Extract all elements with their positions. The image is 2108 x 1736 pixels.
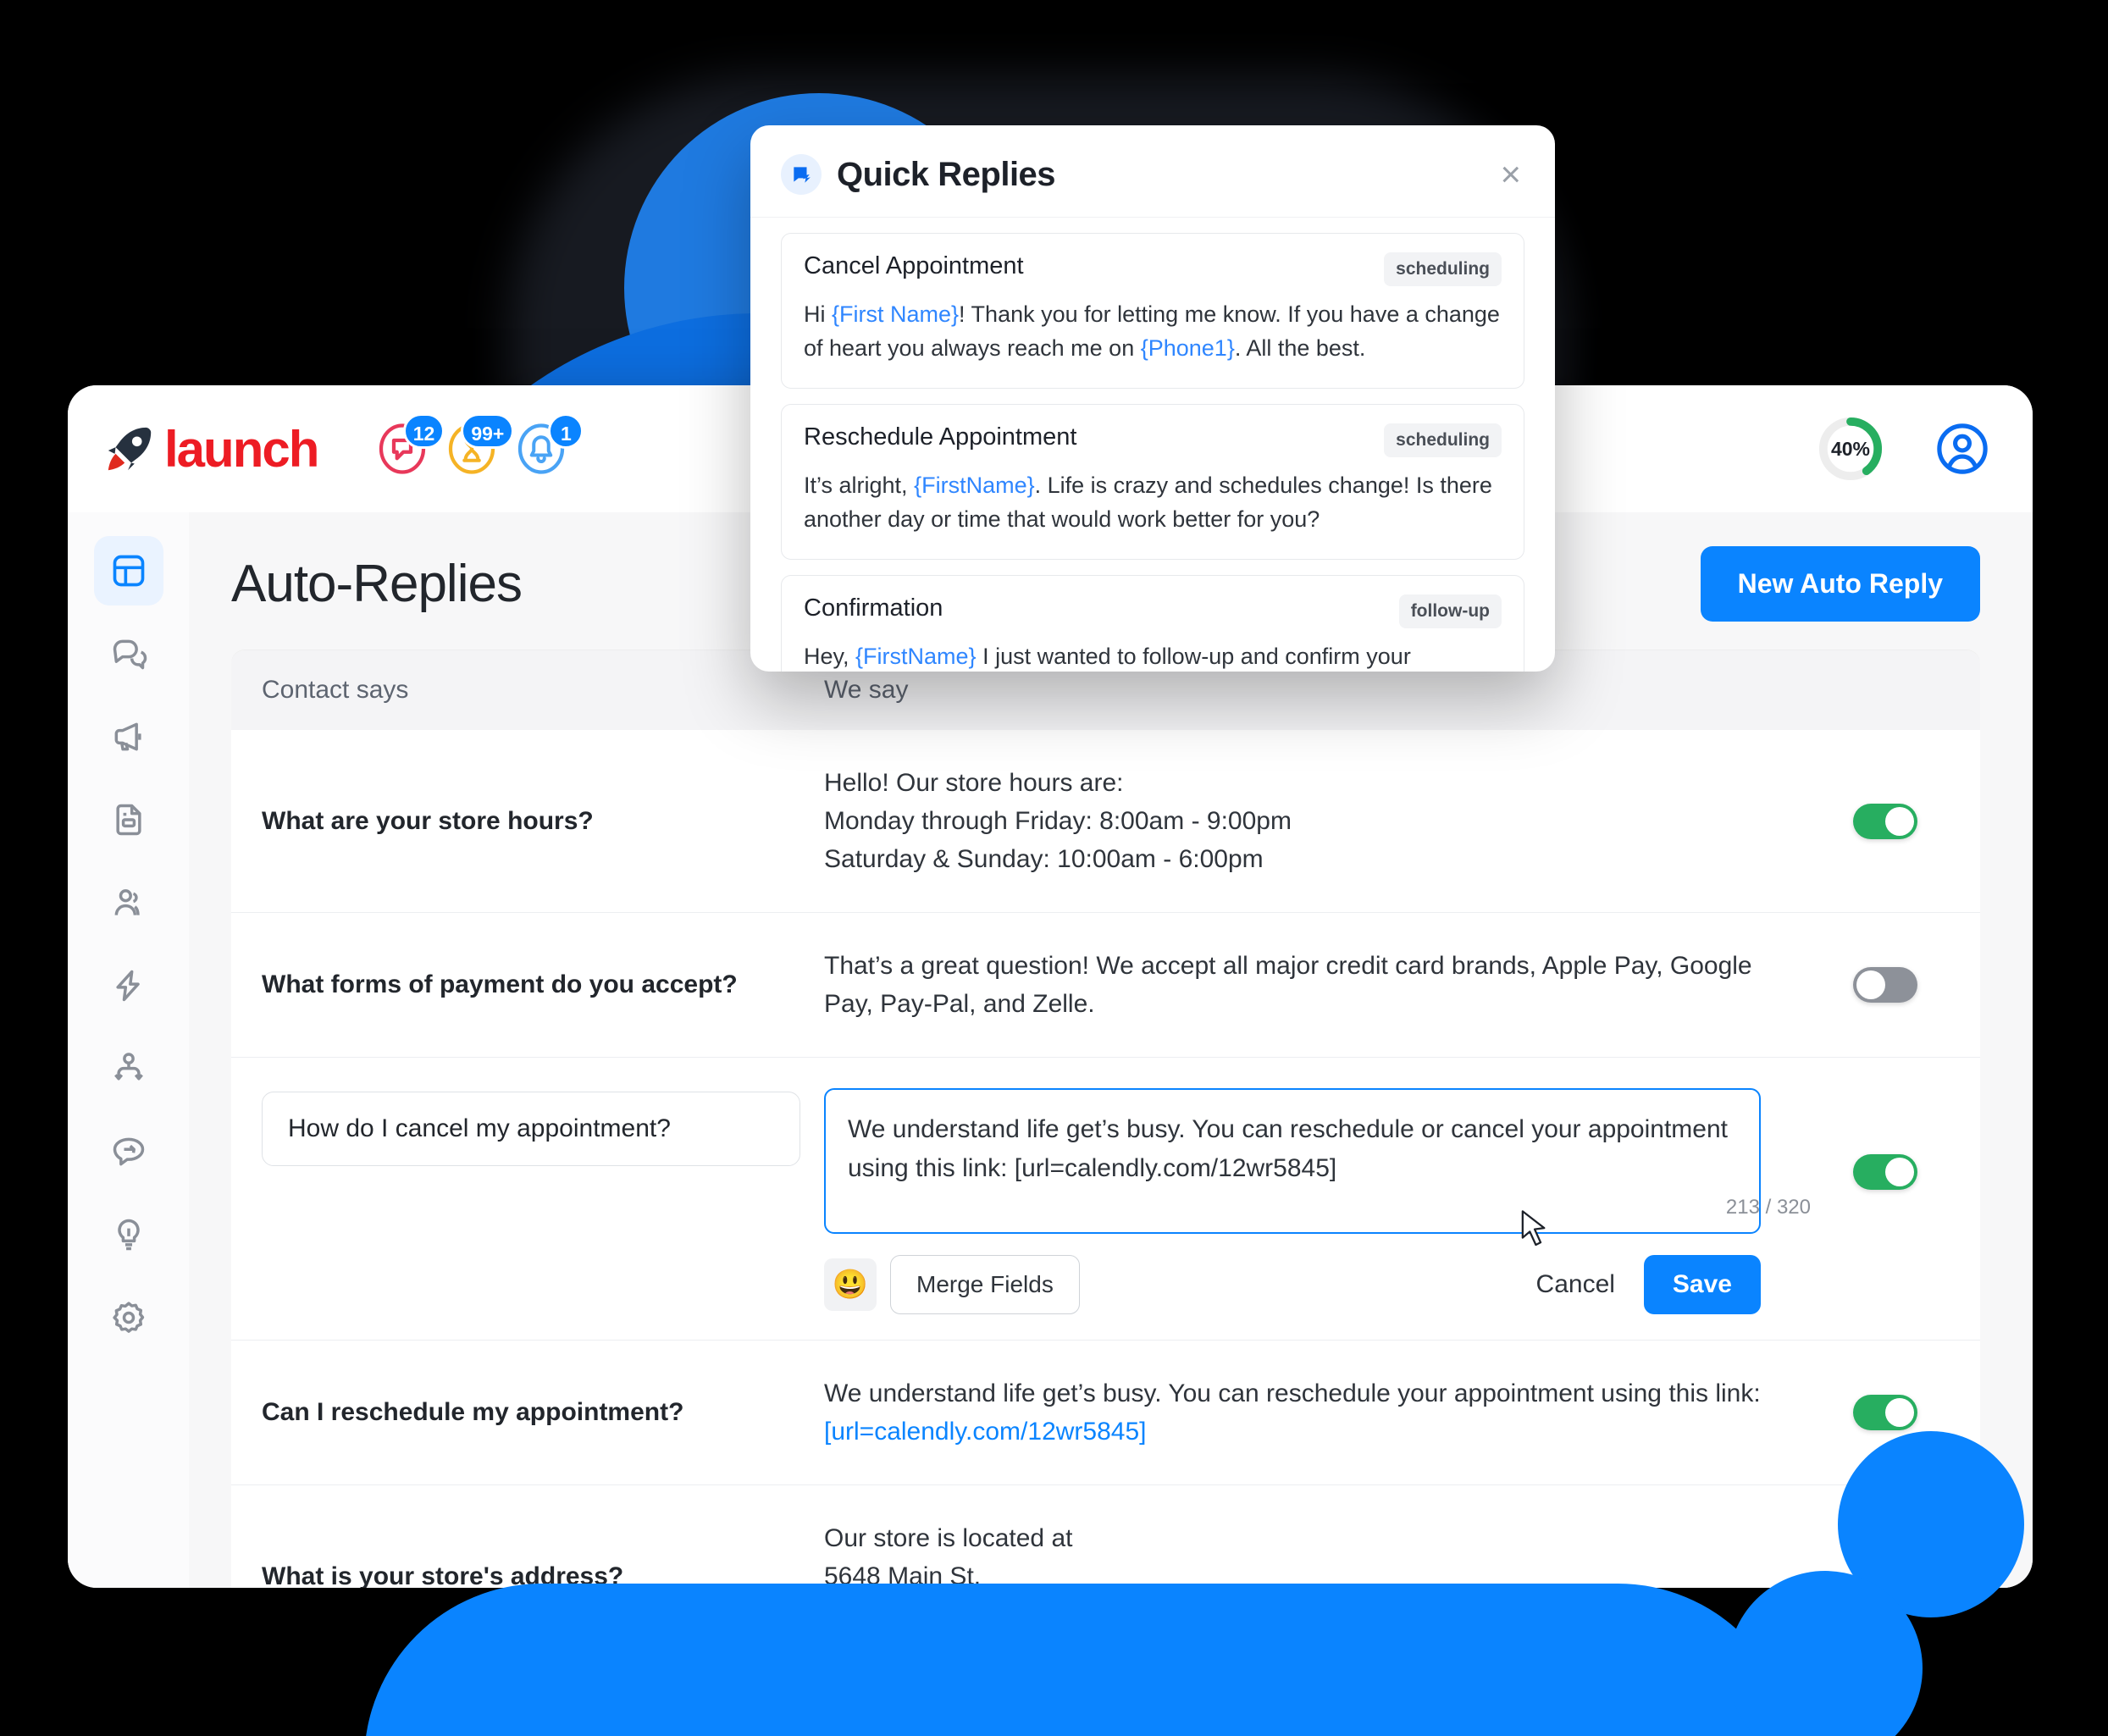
- quick-reply-text: Hey, {FirstName} I just wanted to follow…: [804, 643, 1411, 669]
- org-branch-icon: [113, 1053, 143, 1081]
- quick-reply-text: It’s alright, {FirstName}. Life is crazy…: [804, 472, 1492, 532]
- merge-variable: {FirstName}: [914, 472, 1035, 498]
- lightning-bolt-icon: [115, 970, 140, 1002]
- merge-fields-button[interactable]: Merge Fields: [890, 1255, 1080, 1314]
- lightbulb-icon: [117, 1219, 140, 1251]
- notification-pending-badge: 99+: [461, 413, 515, 449]
- editor-actions: 😃 Merge Fields Cancel Save: [824, 1255, 1761, 1314]
- row-answer-line: Hello! Our store hours are:: [824, 769, 1124, 797]
- table-row: What are your store hours? Hello! Our st…: [231, 730, 1980, 913]
- brand-name: launch: [164, 420, 319, 478]
- quick-reply-tag: scheduling: [1384, 252, 1502, 286]
- row-answer-line: Monday through Friday: 8:00am - 9:00pm: [824, 807, 1292, 835]
- notification-bell-badge: 1: [548, 413, 584, 449]
- main-content: Auto-Replies New Auto Reply Contact says…: [189, 512, 2033, 1588]
- notification-chat[interactable]: 12: [377, 413, 445, 474]
- progress-label: 40%: [1830, 437, 1871, 460]
- row-question: Can I reschedule my appointment?: [262, 1398, 684, 1427]
- top-bar-right: 40%: [1818, 416, 1989, 482]
- megaphone-icon: [114, 722, 141, 751]
- user-circle-icon[interactable]: [1936, 423, 1989, 475]
- quick-reply-item[interactable]: Cancel Appointment scheduling Hi {First …: [781, 233, 1524, 389]
- gear-icon: [112, 1302, 144, 1333]
- close-icon[interactable]: ×: [1497, 157, 1524, 192]
- row-answer-line: Saturday & Sunday: 10:00am - 6:00pm: [824, 845, 1264, 873]
- quick-reply-tag: follow-up: [1398, 594, 1502, 628]
- emoji-picker-button[interactable]: 😃: [824, 1258, 877, 1311]
- sidebar-item-auto-replies[interactable]: [94, 1117, 163, 1186]
- screenshot-stage: launch 12 99+ 1 40% Auto-Replies New Aut…: [0, 0, 2108, 1736]
- notification-bell[interactable]: 1: [516, 413, 584, 474]
- modal-body: Cancel Appointment scheduling Hi {First …: [750, 218, 1555, 672]
- sidebar-item-contacts[interactable]: [94, 868, 163, 937]
- save-button[interactable]: Save: [1643, 1255, 1761, 1314]
- quick-reply-item[interactable]: Confirmation follow-up Hey, {FirstName} …: [781, 574, 1524, 672]
- row-answer-line: Our store is located at: [824, 1524, 1073, 1552]
- sidebar-item-templates[interactable]: [94, 785, 163, 854]
- sidebar-item-flows[interactable]: [94, 1034, 163, 1103]
- row-question: What are your store hours?: [262, 806, 594, 835]
- sidebar-item-settings[interactable]: [94, 1283, 163, 1352]
- sidebar-item-automations[interactable]: [94, 951, 163, 1020]
- column-header-we-say: We say: [824, 676, 909, 704]
- row-question: What forms of payment do you accept?: [262, 970, 738, 999]
- row-answer-link[interactable]: [url=calendly.com/12wr5845]: [824, 1418, 1146, 1446]
- document-icon: [115, 804, 141, 836]
- row-answer-line: That’s a great question! We accept all m…: [824, 952, 1752, 1018]
- column-header-contact-says: Contact says: [262, 676, 409, 704]
- new-auto-reply-button[interactable]: New Auto Reply: [1700, 546, 1980, 622]
- quick-reply-tag: scheduling: [1384, 423, 1502, 457]
- brand-logo[interactable]: launch: [103, 420, 319, 478]
- chat-forward-icon: [113, 1137, 144, 1166]
- quick-reply-name: Cancel Appointment: [804, 252, 1024, 279]
- notification-chat-badge: 12: [402, 413, 445, 449]
- sidebar-item-campaigns[interactable]: [94, 702, 163, 771]
- row-answer-text: We understand life get’s busy. You can r…: [824, 1379, 1761, 1407]
- rocket-icon: [108, 427, 152, 471]
- question-input[interactable]: [262, 1092, 800, 1166]
- profile-progress[interactable]: 40%: [1818, 416, 1884, 482]
- modal-title: Quick Replies: [837, 155, 1056, 193]
- notification-pending[interactable]: 99+: [446, 413, 515, 474]
- row-toggle[interactable]: [1853, 1154, 1917, 1190]
- answer-textarea[interactable]: [824, 1088, 1761, 1234]
- table-row: Can I reschedule my appointment? We unde…: [231, 1341, 1980, 1485]
- table-row: What forms of payment do you accept? Tha…: [231, 913, 1980, 1058]
- quick-reply-name: Reschedule Appointment: [804, 423, 1077, 451]
- merge-variable: {FirstName}: [855, 643, 977, 669]
- sidebar-item-insights[interactable]: [94, 1200, 163, 1269]
- mouse-cursor: [1521, 1210, 1546, 1247]
- quick-reply-item[interactable]: Reschedule Appointment scheduling It’s a…: [781, 403, 1524, 560]
- quick-replies-modal: Quick Replies × Cancel Appointment sched…: [750, 125, 1555, 672]
- notification-group: 12 99+ 1: [377, 413, 584, 474]
- users-icon: [114, 889, 140, 915]
- row-toggle[interactable]: [1853, 1395, 1917, 1430]
- row-toggle[interactable]: [1853, 967, 1917, 1003]
- quick-reply-text: Hi {First Name}! Thank you for letting m…: [804, 301, 1500, 361]
- quick-reply-icon: [781, 154, 822, 195]
- cancel-button[interactable]: Cancel: [1521, 1257, 1630, 1313]
- modal-header: Quick Replies ×: [750, 125, 1555, 218]
- sidebar-item-dashboard[interactable]: [93, 536, 163, 605]
- table-row: What is your store's address? Our store …: [231, 1485, 1980, 1588]
- layout-dashboard-icon: [113, 555, 144, 587]
- table-row-editing: We understand life get’s busy. You can r…: [231, 1058, 1980, 1341]
- row-toggle[interactable]: [1853, 803, 1917, 839]
- sidebar-item-messages[interactable]: [94, 619, 163, 688]
- character-counter: 213 / 320: [1725, 1196, 1811, 1219]
- page-title: Auto-Replies: [231, 555, 523, 613]
- sidebar: [68, 512, 189, 1588]
- merge-variable: {First Name}: [832, 301, 960, 327]
- auto-replies-table: Contact says We say What are your store …: [231, 650, 1980, 1588]
- merge-variable: {Phone1}: [1140, 334, 1235, 361]
- chat-bubbles-icon: [113, 639, 147, 670]
- answer-editor: We understand life get’s busy. You can r…: [824, 1088, 1836, 1238]
- quick-reply-name: Confirmation: [804, 594, 943, 622]
- decorative-pill-bottom: [364, 1584, 1795, 1736]
